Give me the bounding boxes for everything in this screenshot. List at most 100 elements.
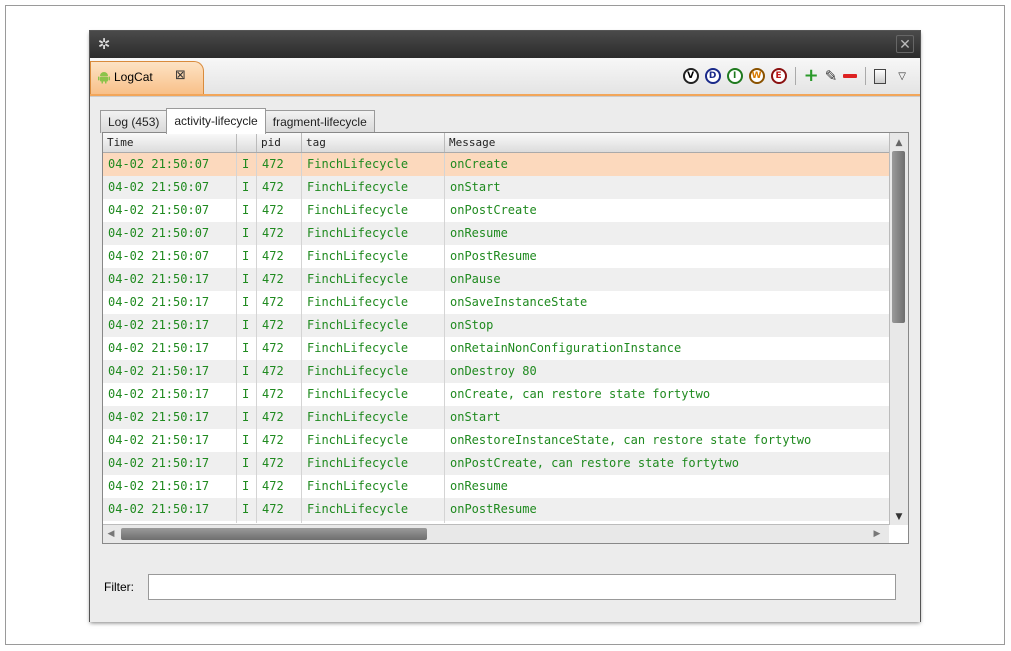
column-header-message[interactable]: Message xyxy=(445,133,889,152)
table-row[interactable]: 04-02 21:50:17 I 472 FinchLifecycle onCreate… xyxy=(103,383,889,406)
cell-level: I xyxy=(237,268,257,291)
cell-time: 04-02 21:50:07 xyxy=(103,153,237,176)
remove-filter-icon[interactable] xyxy=(843,74,858,78)
table-body: 04-02 21:50:07 I 472 FinchLifecycle onCreate… xyxy=(103,153,889,523)
cell-time: 04-02 21:50:17 xyxy=(103,406,237,429)
verbose-level-icon[interactable]: V xyxy=(682,68,699,84)
scroll-up-icon[interactable]: ▲ xyxy=(890,135,908,151)
cell-tag: FinchLifecycle xyxy=(302,314,445,337)
cell-level: I xyxy=(237,406,257,429)
cell-message: onStart xyxy=(450,410,501,424)
cell-message: onPostCreate, can restore state fortytwo xyxy=(450,456,739,470)
table-row[interactable]: 04-02 21:50:07 I 472 FinchLifecycle onCreate xyxy=(103,153,889,176)
cell-level: I xyxy=(237,222,257,245)
column-header-level[interactable] xyxy=(237,133,257,152)
cell-pid: 472 xyxy=(257,429,302,452)
table-row[interactable]: 04-02 21:50:07 I 472 FinchLifecycle onStart xyxy=(103,176,889,199)
tab-fragment-lifecycle[interactable]: fragment-lifecycle xyxy=(264,110,375,133)
debug-level-icon[interactable]: D xyxy=(704,68,721,84)
cell-tag: FinchLifecycle xyxy=(302,153,445,176)
cell-level: I xyxy=(237,360,257,383)
cell-pid: 472 xyxy=(257,452,302,475)
table-row[interactable]: 04-02 21:50:17 I 472 FinchLifecycle onStop xyxy=(103,314,889,337)
cell-tag: FinchLifecycle xyxy=(302,498,445,521)
column-header-pid[interactable]: pid xyxy=(257,133,302,152)
logcat-window: ✲ ✕ LogCat ⊠ V D I W E + ✎ ▽ Log (453) a… xyxy=(90,31,920,622)
horizontal-scroll-thumb[interactable] xyxy=(121,528,427,540)
cell-message: onResume xyxy=(450,479,508,493)
cell-message: onRetainNonConfigurationInstance xyxy=(450,341,682,355)
cell-tag: FinchLifecycle xyxy=(302,429,445,452)
warning-level-icon[interactable]: W xyxy=(748,68,765,84)
table-row[interactable]: 04-02 21:58:54I472FinchLifecycleonUserLe… xyxy=(103,521,889,523)
cell-tag: FinchLifecycle xyxy=(302,521,445,523)
info-level-icon[interactable]: I xyxy=(726,68,743,84)
cell-pid: 472 xyxy=(257,521,302,523)
cell-time: 04-02 21:50:17 xyxy=(103,291,237,314)
table-row[interactable]: 04-02 21:50:07 I 472 FinchLifecycle onPostRe… xyxy=(103,245,889,268)
table-row[interactable]: 04-02 21:50:07 I 472 FinchLifecycle onResume xyxy=(103,222,889,245)
cell-time: 04-02 21:50:17 xyxy=(103,314,237,337)
scroll-left-icon[interactable]: ◀ xyxy=(103,525,119,543)
cell-time: 04-02 21:50:07 xyxy=(103,222,237,245)
edit-filter-icon[interactable]: ✎ xyxy=(825,67,838,85)
cell-time: 04-02 21:50:07 xyxy=(103,176,237,199)
cell-message: onCreate, can restore state fortytwo xyxy=(450,387,711,401)
table-row[interactable]: 04-02 21:50:17 I 472 FinchLifecycle onSaveIn… xyxy=(103,291,889,314)
tab-logcat-label: LogCat xyxy=(114,70,153,84)
table-row[interactable]: 04-02 21:50:17 I 472 FinchLifecycle onPostRe… xyxy=(103,498,889,521)
horizontal-scrollbar[interactable]: ◀ ▶ xyxy=(103,524,889,543)
cell-tag: FinchLifecycle xyxy=(302,360,445,383)
cell-level: I xyxy=(237,314,257,337)
view-menu-icon[interactable]: ▽ xyxy=(898,71,906,82)
cell-time: 04-02 21:50:17 xyxy=(103,498,237,521)
add-filter-icon[interactable]: + xyxy=(804,67,819,85)
cell-level: I xyxy=(237,521,257,523)
table-row[interactable]: 04-02 21:50:17 I 472 FinchLifecycle onPostCr… xyxy=(103,452,889,475)
cell-pid: 472 xyxy=(257,475,302,498)
scroll-down-icon[interactable]: ▼ xyxy=(890,509,908,525)
cell-tag: FinchLifecycle xyxy=(302,268,445,291)
cell-message: onUserLeaveHint xyxy=(445,521,889,523)
cell-level: I xyxy=(237,475,257,498)
gear-icon[interactable]: ✲ xyxy=(96,36,112,52)
vertical-scroll-thumb[interactable] xyxy=(892,151,905,323)
tab-log[interactable]: Log (453) xyxy=(100,110,168,133)
cell-pid: 472 xyxy=(257,153,302,176)
tab-activity-lifecycle[interactable]: activity-lifecycle xyxy=(166,108,266,134)
table-row[interactable]: 04-02 21:50:17 I 472 FinchLifecycle onDestro… xyxy=(103,360,889,383)
cell-message: onPause xyxy=(450,272,501,286)
cell-message: onDestroy 80 xyxy=(450,364,537,378)
table-row[interactable]: 04-02 21:50:07 I 472 FinchLifecycle onPostCr… xyxy=(103,199,889,222)
cell-tag: FinchLifecycle xyxy=(302,291,445,314)
filter-input[interactable] xyxy=(148,574,896,600)
filter-tabs: Log (453) activity-lifecycle fragment-li… xyxy=(100,108,375,134)
cell-tag: FinchLifecycle xyxy=(302,406,445,429)
close-icon[interactable]: ✕ xyxy=(896,35,914,53)
cell-pid: 472 xyxy=(257,176,302,199)
cell-tag: FinchLifecycle xyxy=(302,176,445,199)
clear-log-icon[interactable] xyxy=(874,68,887,84)
cell-message: onCreate xyxy=(450,157,508,171)
error-level-icon[interactable]: E xyxy=(770,68,787,84)
table-row[interactable]: 04-02 21:50:17 I 472 FinchLifecycle onRestor… xyxy=(103,429,889,452)
cell-tag: FinchLifecycle xyxy=(302,199,445,222)
toolbar-separator xyxy=(865,67,867,85)
table-row[interactable]: 04-02 21:50:17 I 472 FinchLifecycle onPause xyxy=(103,268,889,291)
vertical-scrollbar[interactable]: ▲ ▼ xyxy=(889,133,908,525)
table-row[interactable]: 04-02 21:50:17 I 472 FinchLifecycle onRetain… xyxy=(103,337,889,360)
filter-label: Filter: xyxy=(104,580,134,594)
tab-logcat[interactable]: LogCat ⊠ xyxy=(90,61,204,94)
cell-pid: 472 xyxy=(257,314,302,337)
cell-message: onRestoreInstanceState, can restore stat… xyxy=(450,433,812,447)
cell-pid: 472 xyxy=(257,268,302,291)
table-row[interactable]: 04-02 21:50:17 I 472 FinchLifecycle onStart xyxy=(103,406,889,429)
cell-pid: 472 xyxy=(257,406,302,429)
column-header-time[interactable]: Time xyxy=(103,133,237,152)
column-header-tag[interactable]: tag xyxy=(302,133,445,152)
cell-time: 04-02 21:50:17 xyxy=(103,429,237,452)
table-row[interactable]: 04-02 21:50:17 I 472 FinchLifecycle onResume xyxy=(103,475,889,498)
scroll-right-icon[interactable]: ▶ xyxy=(869,525,885,543)
title-bar[interactable]: ✲ ✕ xyxy=(90,31,920,58)
tab-close-icon[interactable]: ⊠ xyxy=(175,68,186,83)
